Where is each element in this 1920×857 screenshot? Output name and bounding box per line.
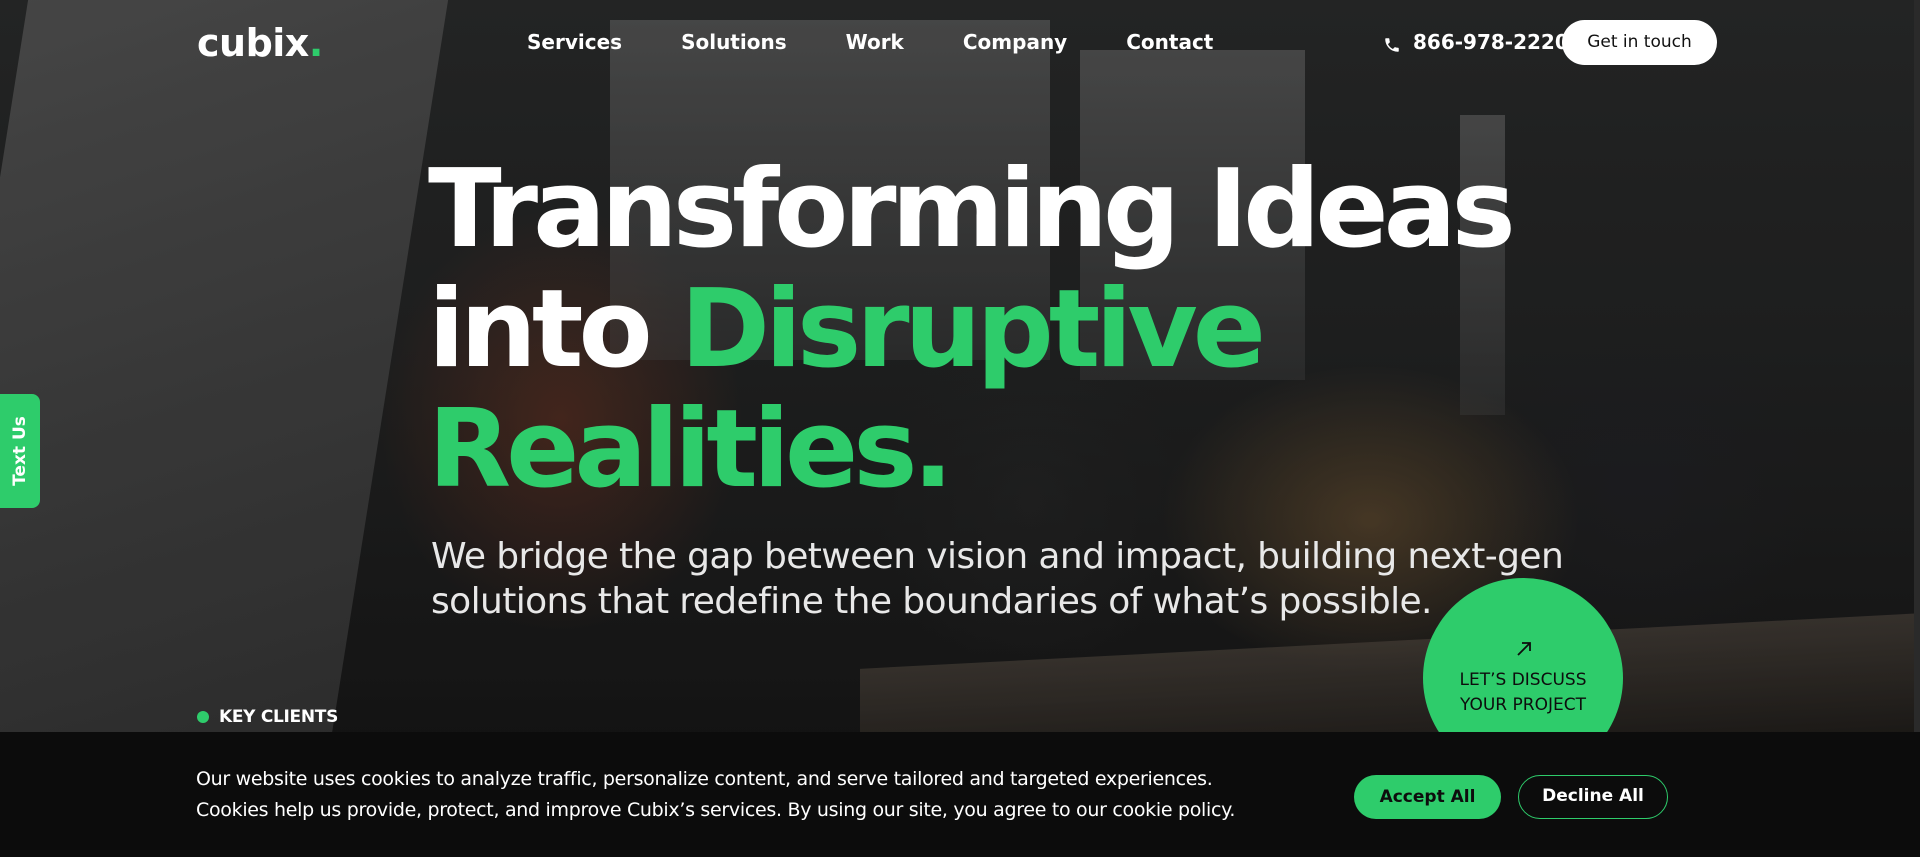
get-in-touch-button[interactable]: Get in touch [1562, 20, 1717, 65]
nav-item-company[interactable]: Company [963, 28, 1067, 56]
nav-item-contact[interactable]: Contact [1126, 28, 1213, 56]
discuss-label: LET’S DISCUSS YOUR PROJECT [1423, 668, 1623, 718]
headline-line-1: Transforming Ideas [428, 147, 1516, 272]
cookie-message: Our website uses cookies to analyze traf… [196, 764, 1296, 826]
text-us-tab[interactable]: Text Us [0, 394, 40, 508]
page: cubix. Services Solutions Work Company C… [0, 0, 1920, 857]
logo-text: cubix [197, 21, 309, 65]
dot-icon [197, 711, 209, 723]
hero-subtitle: We bridge the gap between vision and imp… [431, 536, 1564, 622]
cookie-message-line-2: Cookies help us provide, protect, and im… [196, 799, 1236, 821]
nav-item-services[interactable]: Services [527, 28, 622, 56]
headline-line-2: into Disruptive [428, 270, 1511, 390]
phone-icon [1383, 33, 1401, 52]
arrow-up-right-icon [1515, 640, 1533, 658]
main-nav: Services Solutions Work Company Contact [527, 28, 1272, 56]
logo[interactable]: cubix. [197, 22, 323, 64]
cookie-banner: Our website uses cookies to analyze traf… [0, 732, 1920, 857]
accept-all-button[interactable]: Accept All [1354, 775, 1501, 819]
headline-white-word: into [428, 267, 653, 392]
phone-number: 866-978-2220 [1413, 30, 1569, 54]
discuss-label-line-1: LET’S DISCUSS [1459, 670, 1587, 690]
key-clients-label: KEY CLIENTS [197, 707, 338, 727]
nav-item-solutions[interactable]: Solutions [681, 28, 787, 56]
scroll-edge [1914, 0, 1920, 857]
phone-link[interactable]: 866-978-2220 [1383, 28, 1569, 56]
text-us-label: Text Us [10, 416, 30, 486]
nav-item-work[interactable]: Work [846, 28, 904, 56]
headline-line-3: Realities. [428, 387, 954, 512]
hero-headline: Transforming Ideas into Disruptive Reali… [428, 147, 1516, 512]
discuss-label-line-2: YOUR PROJECT [1460, 695, 1586, 715]
logo-dot: . [308, 21, 323, 65]
key-clients-text: KEY CLIENTS [219, 707, 339, 727]
decline-all-button[interactable]: Decline All [1518, 775, 1668, 819]
cookie-message-line-1: Our website uses cookies to analyze traf… [196, 768, 1213, 790]
headline-green-word: Disruptive [680, 267, 1266, 392]
